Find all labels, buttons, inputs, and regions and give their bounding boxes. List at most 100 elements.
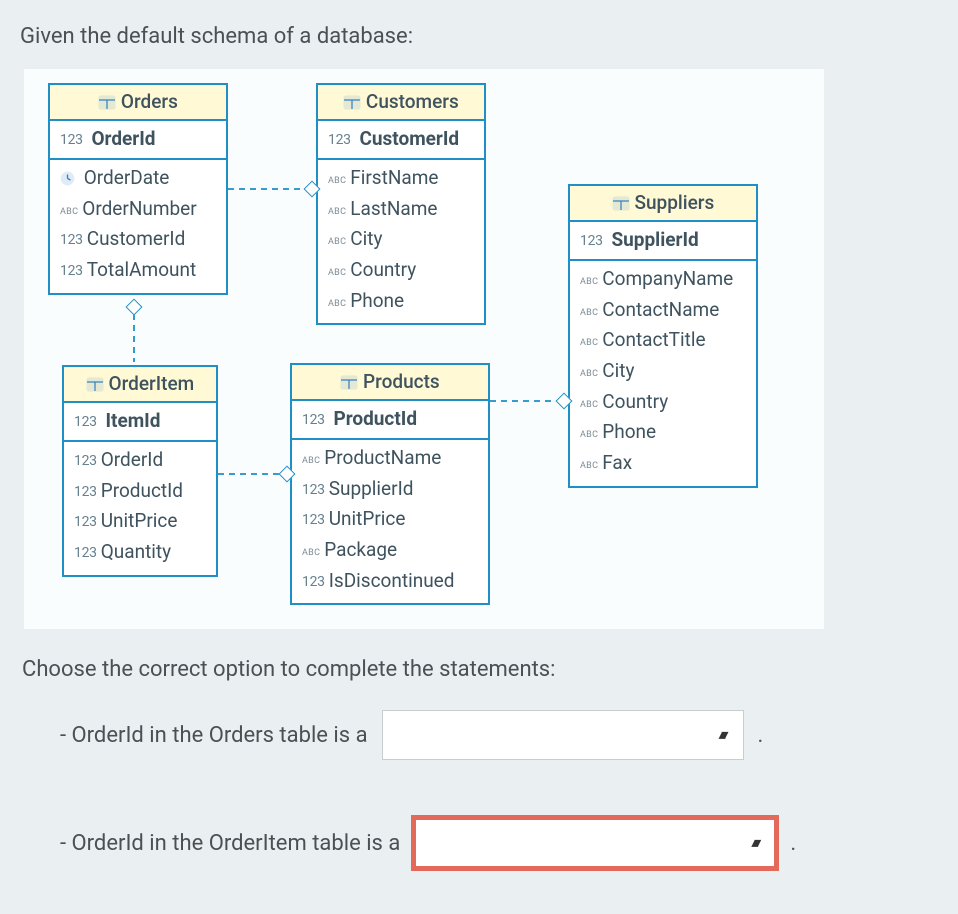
table-icon: [86, 377, 104, 392]
type-badge-abc: ABC: [60, 207, 78, 219]
type-badge-123: 123: [60, 231, 83, 249]
type-badge-123: 123: [74, 513, 97, 531]
pk-name: OrderId: [91, 127, 155, 150]
entity-products: Products 123 ProductId ABC ProductName 12…: [290, 363, 490, 605]
type-badge-123: 123: [74, 544, 97, 562]
entity-title: Customers: [318, 85, 484, 121]
pk-name: SupplierId: [611, 228, 698, 251]
chevron-updown-icon: ▴▾: [751, 836, 757, 850]
type-badge-123: 123: [74, 414, 97, 430]
entity-title-text: Customers: [366, 90, 459, 113]
statement-text: - OrderId in the Orders table is a: [60, 723, 368, 748]
column-name: FirstName: [350, 166, 438, 189]
column: 123Quantity: [74, 538, 206, 569]
pk-name: ProductId: [333, 407, 417, 430]
column: ABC City: [580, 357, 746, 388]
entity-orders: Orders 123 OrderId OrderDate ABC OrderNum…: [48, 83, 228, 295]
page-root: Given the default schema of a database: …: [0, 0, 958, 914]
column: 123TotalAmount: [60, 256, 216, 287]
type-badge-123: 123: [74, 483, 97, 501]
column-name: ContactName: [602, 298, 719, 321]
column-name: OrderDate: [84, 166, 170, 189]
column: 123UnitPrice: [302, 505, 478, 536]
answer-select-1[interactable]: ▴▾: [382, 710, 744, 760]
answer-select-2[interactable]: ▴▾: [414, 818, 776, 868]
type-badge-abc: ABC: [580, 461, 598, 473]
type-badge-123: 123: [302, 511, 325, 529]
type-badge-123: 123: [60, 262, 83, 280]
entity-suppliers: Suppliers 123 SupplierId ABCCompanyName …: [568, 184, 758, 488]
column: 123ProductId: [74, 477, 206, 508]
column: ABCPackage: [302, 536, 478, 567]
column: ABCCountry: [580, 388, 746, 419]
column-name: Phone: [350, 289, 404, 312]
column-name: Quantity: [101, 540, 171, 563]
column: ABC City: [328, 225, 474, 256]
columns-list: ABC FirstName ABCLastName ABC City ABC Coun…: [318, 160, 484, 323]
entity-title: Orders: [50, 85, 226, 121]
column: ABCPhone: [580, 418, 746, 449]
type-badge-abc: ABC: [302, 548, 320, 560]
entity-title-text: Suppliers: [634, 191, 714, 214]
primary-key: 123 ItemId: [64, 403, 216, 442]
entity-customers: Customers 123 CustomerId ABC FirstName AB…: [316, 83, 486, 325]
column-name: ProductName: [324, 446, 441, 469]
column-name: LastName: [350, 197, 437, 220]
column: ABC FirstName: [328, 164, 474, 195]
column: ABCLastName: [328, 195, 474, 226]
type-badge-abc: ABC: [580, 277, 598, 289]
column-name: Fax: [602, 451, 632, 474]
column-name: City: [350, 227, 382, 250]
column-name: ProductId: [101, 479, 183, 502]
intro-text: Given the default schema of a database:: [20, 24, 938, 49]
column: ABCContactTitle: [580, 326, 746, 357]
type-badge-123: 123: [328, 132, 351, 148]
pk-name: ItemId: [105, 409, 160, 432]
table-icon: [340, 375, 358, 390]
column-name: IsDiscontinued: [329, 569, 455, 592]
type-badge-123: 123: [74, 452, 97, 470]
type-badge-abc: ABC: [328, 268, 346, 280]
columns-list: ABCProductName 123SupplierId 123UnitPric…: [292, 440, 488, 603]
statement-2: - OrderId in the OrderItem table is a ▴▾…: [60, 818, 938, 868]
column-name: TotalAmount: [87, 258, 197, 281]
columns-list: 123OrderId 123ProductId 123UnitPrice 123…: [64, 442, 216, 575]
table-icon: [343, 95, 361, 110]
table-icon: [98, 95, 116, 110]
type-badge-abc: ABC: [328, 176, 346, 188]
column: 123CustomerId: [60, 225, 216, 256]
period: .: [790, 831, 796, 856]
column: OrderDate: [60, 164, 216, 195]
column: ABC ProductName: [302, 444, 478, 475]
entity-title-text: Products: [363, 370, 440, 393]
column-name: CompanyName: [602, 267, 733, 290]
column-name: OrderId: [101, 448, 163, 471]
period: .: [758, 723, 764, 748]
type-badge-abc: ABC: [328, 237, 346, 249]
column-name: UnitPrice: [329, 507, 406, 530]
type-badge-abc: ABC: [302, 456, 320, 468]
column-name: Country: [350, 258, 416, 281]
column-name: UnitPrice: [101, 509, 178, 532]
primary-key: 123 SupplierId: [570, 222, 756, 261]
type-badge-123: 123: [302, 481, 325, 499]
column: ABC OrderNumber: [60, 195, 216, 226]
entity-title-text: Orders: [121, 90, 178, 113]
column: ABCPhone: [328, 287, 474, 318]
column-name: ContactTitle: [602, 328, 705, 351]
statement-1: - OrderId in the Orders table is a ▴▾ .: [60, 710, 938, 760]
table-icon: [612, 196, 630, 211]
column-name: City: [602, 359, 634, 382]
type-badge-abc: ABC: [580, 369, 598, 381]
primary-key: 123 OrderId: [50, 121, 226, 160]
primary-key: 123 ProductId: [292, 401, 488, 440]
type-badge-abc: ABC: [580, 400, 598, 412]
column: ABCContactName: [580, 296, 746, 327]
type-badge-abc: ABC: [580, 430, 598, 442]
column-name: OrderNumber: [82, 197, 196, 220]
entity-title: Products: [292, 365, 488, 401]
pk-name: CustomerId: [359, 127, 459, 150]
schema-canvas: Orders 123 OrderId OrderDate ABC OrderNum…: [24, 69, 824, 629]
column: 123UnitPrice: [74, 507, 206, 538]
statement-text: - OrderId in the OrderItem table is a: [60, 831, 400, 856]
